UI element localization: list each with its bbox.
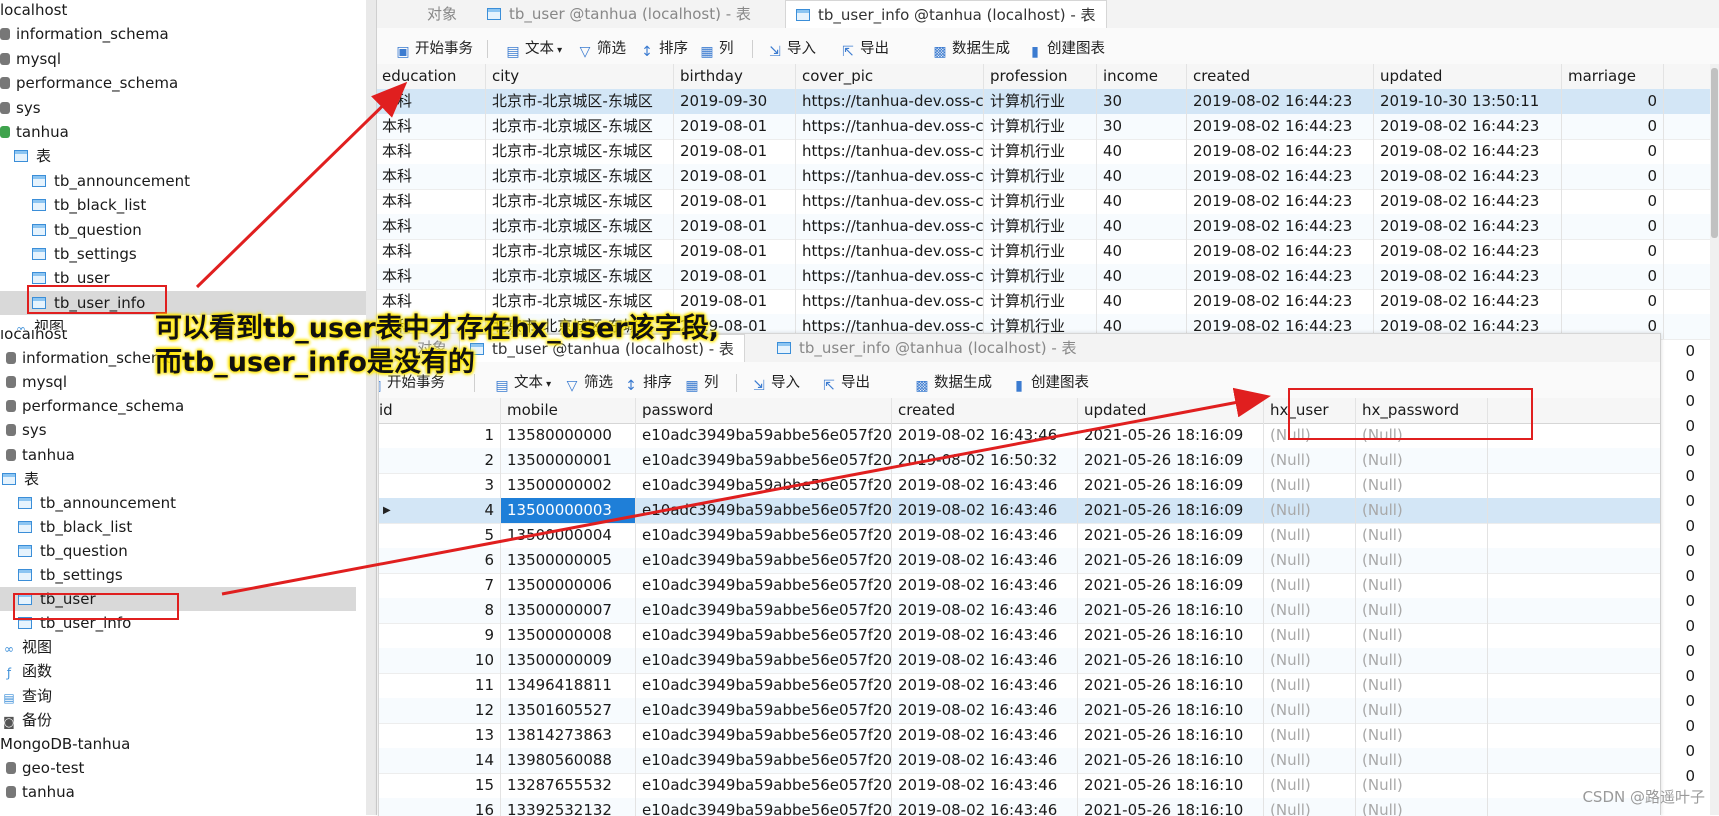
watermark: CSDN @路遥叶子 — [1582, 788, 1705, 806]
arrow-to-hx-user — [221, 387, 1271, 596]
annotation-arrows — [195, 81, 1271, 596]
arrow-to-education — [195, 81, 408, 289]
annotation-text: 可以看到tb_user表中才存在hx_user该字段, 而tb_user_inf… — [155, 312, 719, 380]
annotation-line-1: 可以看到tb_user表中才存在hx_user该字段, — [155, 313, 719, 344]
annotation-line-2: 而tb_user_info是没有的 — [155, 347, 475, 378]
